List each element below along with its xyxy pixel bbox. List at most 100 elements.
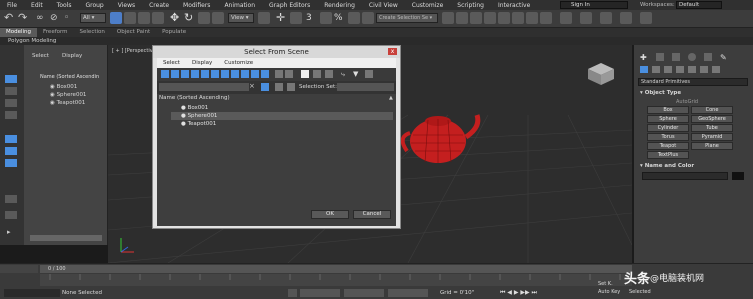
auto-key-button[interactable]: Auto Key <box>598 289 620 295</box>
scene-explorer-scrollbar[interactable] <box>30 235 102 241</box>
menu-rendering[interactable]: Rendering <box>317 2 362 9</box>
sign-in-dropdown[interactable]: Sign In <box>560 1 628 9</box>
move-icon[interactable]: ✥ <box>170 12 182 24</box>
autogrid-checkbox[interactable]: AutoGrid <box>676 99 698 105</box>
dialog-list-header[interactable]: Name (Sorted Ascending) <box>159 95 230 101</box>
menu-modifiers[interactable]: Modifiers <box>176 2 217 9</box>
toggle-layer-explorer-icon[interactable] <box>484 12 496 24</box>
ribbon-tab-freeform[interactable]: Freeform <box>37 28 74 37</box>
reference-coordinate-dropdown[interactable]: View ▾ <box>228 13 254 23</box>
utilities-tab-icon[interactable]: ✎ <box>720 53 727 62</box>
scene-explorer-item-box001[interactable]: ◉ Box001 <box>50 84 77 90</box>
display-lights-icon[interactable] <box>5 111 17 119</box>
menu-views[interactable]: Views <box>111 2 142 9</box>
angle-snap-icon[interactable] <box>320 12 332 24</box>
sort-arrow-icon[interactable]: ▲ <box>389 95 393 101</box>
undo-icon[interactable]: ↶ <box>4 12 16 24</box>
geosphere-button[interactable]: GeoSphere <box>691 115 733 123</box>
rectangular-region-icon[interactable] <box>138 12 150 24</box>
ribbon-tab-populate[interactable]: Populate <box>156 28 192 37</box>
systems-icon[interactable] <box>712 66 720 73</box>
list-item[interactable]: ● Teapot001 <box>171 120 393 128</box>
shapes-icon[interactable] <box>652 66 660 73</box>
cancel-button[interactable]: Cancel <box>353 210 391 219</box>
modify-tab-icon[interactable] <box>656 53 664 61</box>
clear-search-icon[interactable]: × <box>249 82 255 90</box>
dialog-menu-display[interactable]: Display <box>186 60 218 66</box>
menu-customize[interactable]: Customize <box>405 2 451 9</box>
maxscript-listener[interactable] <box>4 289 60 297</box>
box-button[interactable]: Box <box>647 106 689 114</box>
filter-all-icon[interactable] <box>275 70 283 78</box>
filter-spacewarps-icon[interactable] <box>211 70 219 78</box>
place-icon[interactable] <box>212 12 224 24</box>
primitive-type-dropdown[interactable]: Standard Primitives <box>638 78 748 86</box>
display-none-icon[interactable] <box>5 75 17 83</box>
scene-explorer-display-menu[interactable]: Display <box>62 53 82 59</box>
create-tab-icon[interactable]: ✚ <box>640 53 647 62</box>
menu-create[interactable]: Create <box>142 2 176 9</box>
display-geometry-icon[interactable] <box>5 87 17 95</box>
object-type-header[interactable]: ▾ Object Type <box>640 90 681 96</box>
ok-button[interactable]: OK <box>311 210 349 219</box>
select-manipulate-icon[interactable]: ✛ <box>276 12 288 24</box>
dialog-menu-select[interactable]: Select <box>157 60 186 66</box>
viewcube-icon[interactable] <box>586 61 616 87</box>
selection-sets-dropdown[interactable] <box>337 83 394 91</box>
snaps-toggle-icon[interactable]: 3 <box>306 12 318 24</box>
menu-group[interactable]: Group <box>78 2 110 9</box>
pivot-icon[interactable] <box>258 12 270 24</box>
render-in-cloud-icon[interactable] <box>620 12 632 24</box>
menu-edit[interactable]: Edit <box>24 2 50 9</box>
render-production-icon[interactable] <box>600 12 612 24</box>
schematic-view-icon[interactable] <box>526 12 538 24</box>
named-selection-dropdown[interactable]: Create Selection Se ▾ <box>376 13 438 23</box>
material-editor-icon[interactable] <box>540 12 552 24</box>
play-icon[interactable]: ▸ <box>7 228 11 236</box>
scene-explorer-select-menu[interactable]: Select <box>32 53 49 59</box>
toggle-hierarchy-icon[interactable]: ⤷ <box>341 70 345 79</box>
menu-civil-view[interactable]: Civil View <box>362 2 405 9</box>
filter-xrefs-icon[interactable] <box>231 70 239 78</box>
sphere-button[interactable]: Sphere <box>647 115 689 123</box>
display-spacewarps-icon[interactable] <box>5 159 17 167</box>
select-none-icon[interactable] <box>325 70 333 78</box>
align-icon[interactable] <box>456 12 468 24</box>
workspace-dropdown[interactable]: Default <box>676 1 722 9</box>
tube-button[interactable]: Tube <box>691 124 733 132</box>
helpers-icon[interactable] <box>688 66 696 73</box>
menu-tools[interactable]: Tools <box>50 2 79 9</box>
mirror-icon[interactable] <box>442 12 454 24</box>
dialog-title[interactable]: Select From Scene <box>153 46 400 58</box>
viewport-label[interactable]: [ + ] [Perspective <box>112 48 156 54</box>
close-icon[interactable]: x <box>388 48 397 55</box>
menu-animation[interactable]: Animation <box>217 2 262 9</box>
menu-interactive[interactable]: Interactive <box>491 2 537 9</box>
mini-listener[interactable] <box>0 265 38 273</box>
lights-icon[interactable] <box>664 66 672 73</box>
filter-groups-icon[interactable] <box>221 70 229 78</box>
z-coordinate-field[interactable] <box>388 289 428 297</box>
filter-shapes-icon[interactable] <box>171 70 179 78</box>
filter-invert-icon[interactable] <box>301 70 309 78</box>
cone-button[interactable]: Cone <box>691 106 733 114</box>
geometry-icon[interactable] <box>640 66 648 73</box>
motion-tab-icon[interactable] <box>688 53 696 61</box>
list-item[interactable]: ● Box001 <box>171 104 393 112</box>
selection-filter-dropdown[interactable]: All ▾ <box>80 13 106 23</box>
rendered-frame-window-icon[interactable] <box>580 12 592 24</box>
menu-scripting[interactable]: Scripting <box>450 2 491 9</box>
torus-button[interactable]: Torus <box>647 133 689 141</box>
plane-button[interactable]: Plane <box>691 142 733 150</box>
toggle-scene-explorer-icon[interactable] <box>470 12 482 24</box>
filter-containers-icon[interactable] <box>251 70 259 78</box>
rotate-icon[interactable]: ↻ <box>184 12 196 24</box>
cameras-icon[interactable] <box>676 66 684 73</box>
space-warps-icon[interactable] <box>700 66 708 73</box>
filter-lights-icon[interactable] <box>181 70 189 78</box>
name-and-color-header[interactable]: ▾ Name and Color <box>640 163 694 169</box>
key-filter-dropdown[interactable]: Selected <box>629 289 651 295</box>
unlink-icon[interactable]: ⊘ <box>50 12 62 24</box>
scale-icon[interactable] <box>198 12 210 24</box>
pyramid-button[interactable]: Pyramid <box>691 133 733 141</box>
